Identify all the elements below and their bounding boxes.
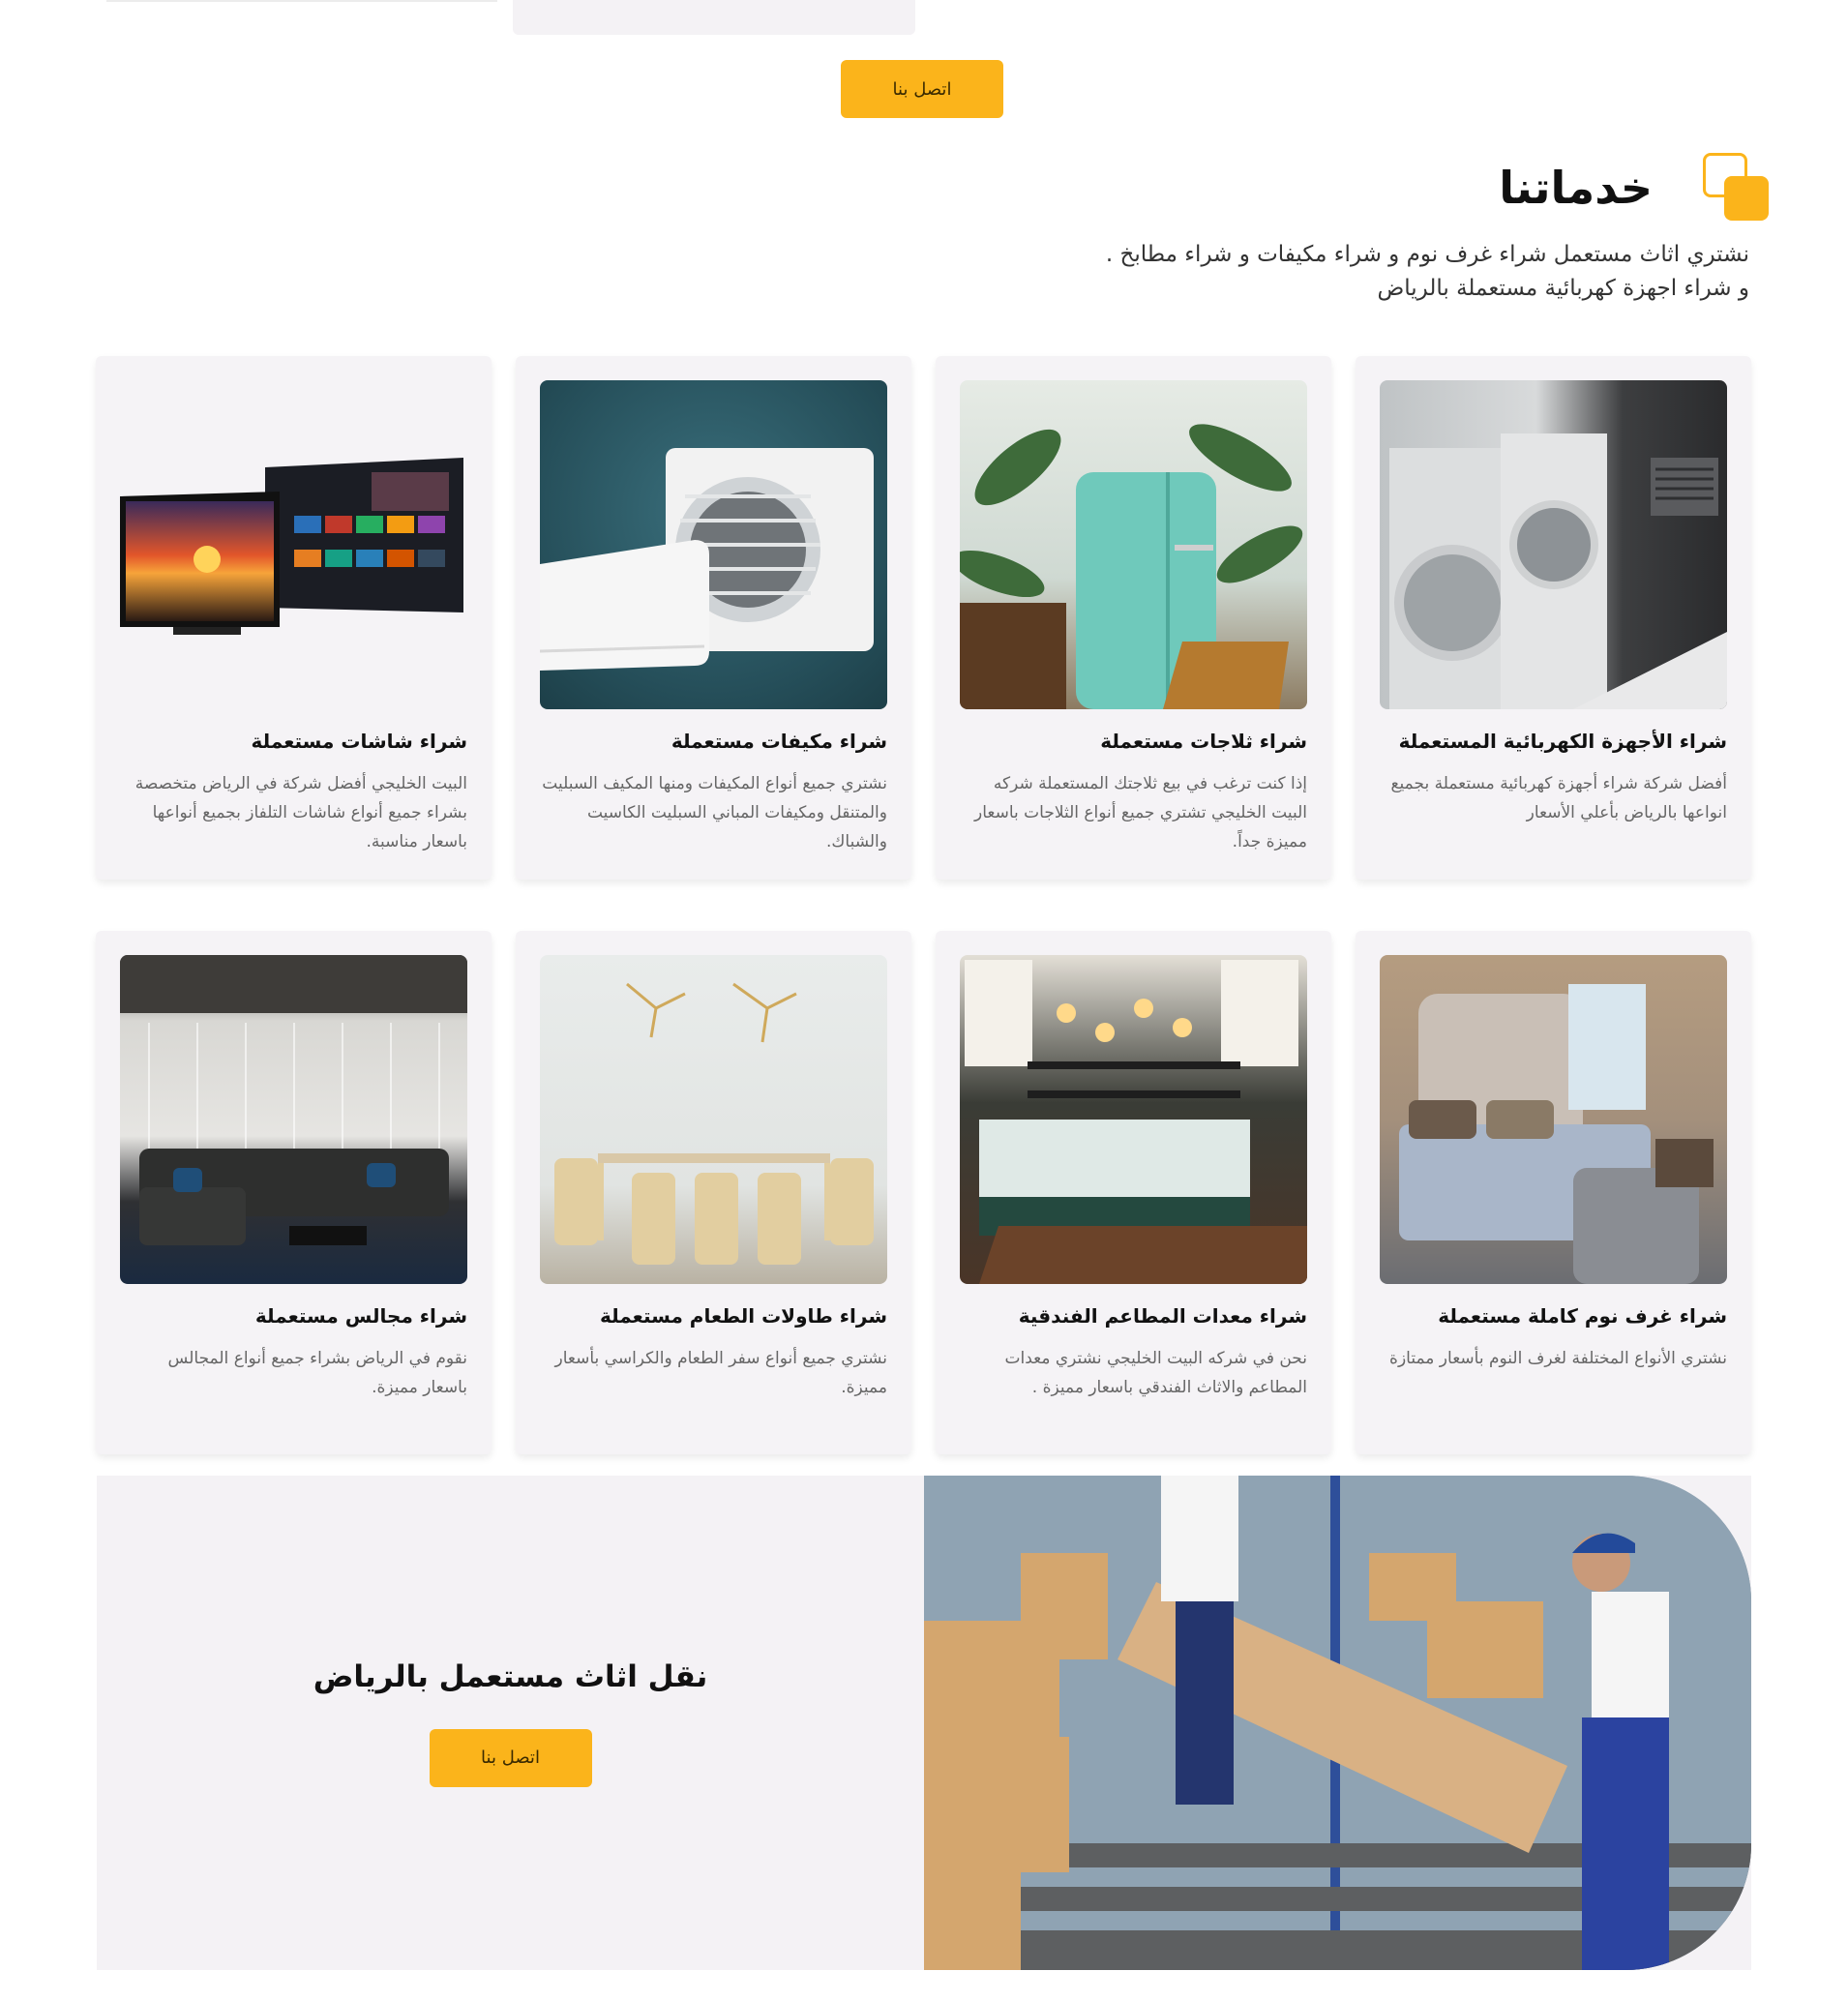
- service-card-desc: نشتري جميع أنواع المكيفات ومنها المكيف ا…: [542, 774, 887, 851]
- previous-section-divider: [106, 0, 497, 2]
- service-card-electrical[interactable]: شراء الأجهزة الكهربائية المستعملة أفضل ش…: [1356, 356, 1751, 880]
- service-card-desc: البيت الخليجي أفضل شركة في الرياض متخصصة…: [134, 774, 467, 851]
- service-card-title: شراء الأجهزة الكهربائية المستعملة: [1398, 730, 1727, 753]
- dining-table-image: [540, 955, 887, 1284]
- service-card-desc: نقوم في الرياض بشراء جميع أنواع المجالس …: [167, 1349, 467, 1397]
- service-card-desc: أفضل شركة شراء أجهزة كهربائية مستعملة بج…: [1390, 774, 1728, 822]
- service-card-title: شراء مكيفات مستعملة: [671, 730, 887, 753]
- services-intro: نشتري اثاث مستعمل شراء غرف نوم و شراء مك…: [1014, 238, 1749, 306]
- service-card-fridges[interactable]: شراء ثلاجات مستعملة إذا كنت ترغب في بيع …: [936, 356, 1331, 880]
- service-card-title: شراء غرف نوم كاملة مستعملة: [1438, 1304, 1727, 1328]
- service-card-desc: نشتري الأنواع المختلفة لغرف النوم بأسعار…: [1389, 1349, 1727, 1368]
- majlis-sofa-image: [120, 955, 467, 1284]
- restaurant-equipment-image: [960, 955, 1307, 1284]
- service-card-title: شراء شاشات مستعملة: [251, 730, 467, 753]
- service-card-title: شراء ثلاجات مستعملة: [1100, 730, 1307, 753]
- page: اتصل بنا خدماتنا نشتري اثاث مستعمل شراء …: [0, 0, 1848, 2001]
- services-logo-icon: [1703, 153, 1771, 223]
- services-grid: شراء الأجهزة الكهربائية المستعملة أفضل ش…: [96, 356, 1751, 1454]
- air-conditioner-image: [540, 380, 887, 709]
- service-card-ac[interactable]: شراء مكيفات مستعملة نشتري جميع أنواع الم…: [516, 356, 911, 880]
- movers-carrying-furniture-image: [924, 1476, 1751, 1970]
- fridge-image: [960, 380, 1307, 709]
- service-card-desc: نحن في شركه البيت الخليجي نشتري معدات ال…: [1004, 1349, 1308, 1397]
- service-card-title: شراء مجالس مستعملة: [254, 1304, 467, 1328]
- moving-banner: نقل اثاث مستعمل بالرياض اتصل بنا: [97, 1476, 1751, 1970]
- service-card-majlis[interactable]: شراء مجالس مستعملة نقوم في الرياض بشراء …: [96, 931, 492, 1454]
- contact-button-banner[interactable]: اتصل بنا: [429, 1728, 592, 1787]
- service-card-desc: إذا كنت ترغب في بيع ثلاجتك المستعملة شرك…: [973, 774, 1307, 851]
- previous-section-card: [513, 0, 915, 35]
- tv-screens-image: [120, 380, 467, 709]
- contact-button-top[interactable]: اتصل بنا: [841, 60, 1003, 118]
- service-card-restaurant[interactable]: شراء معدات المطاعم الفندقية نحن في شركه …: [936, 931, 1331, 1454]
- service-card-dining[interactable]: شراء طاولات الطعام مستعملة نشتري جميع أن…: [516, 931, 911, 1454]
- service-card-title: شراء طاولات الطعام مستعملة: [599, 1304, 887, 1328]
- services-title: خدماتنا: [1499, 162, 1653, 214]
- banner-title: نقل اثاث مستعمل بالرياض: [313, 1658, 708, 1694]
- service-card-tvs[interactable]: شراء شاشات مستعملة البيت الخليجي أفضل شر…: [96, 356, 492, 880]
- services-intro-line2: و شراء اجهزة كهربائية مستعملة بالرياض: [1377, 276, 1749, 301]
- services-header: خدماتنا: [1499, 153, 1771, 223]
- service-card-title: شراء معدات المطاعم الفندقية: [1018, 1304, 1307, 1328]
- service-card-desc: نشتري جميع أنواع سفر الطعام والكراسي بأس…: [554, 1349, 888, 1397]
- bedroom-image: [1380, 955, 1727, 1284]
- washing-machines-image: [1380, 380, 1727, 709]
- banner-content: نقل اثاث مستعمل بالرياض اتصل بنا: [97, 1476, 924, 1970]
- service-card-bedrooms[interactable]: شراء غرف نوم كاملة مستعملة نشتري الأنواع…: [1356, 931, 1751, 1454]
- services-intro-line1: نشتري اثاث مستعمل شراء غرف نوم و شراء مك…: [1105, 242, 1749, 267]
